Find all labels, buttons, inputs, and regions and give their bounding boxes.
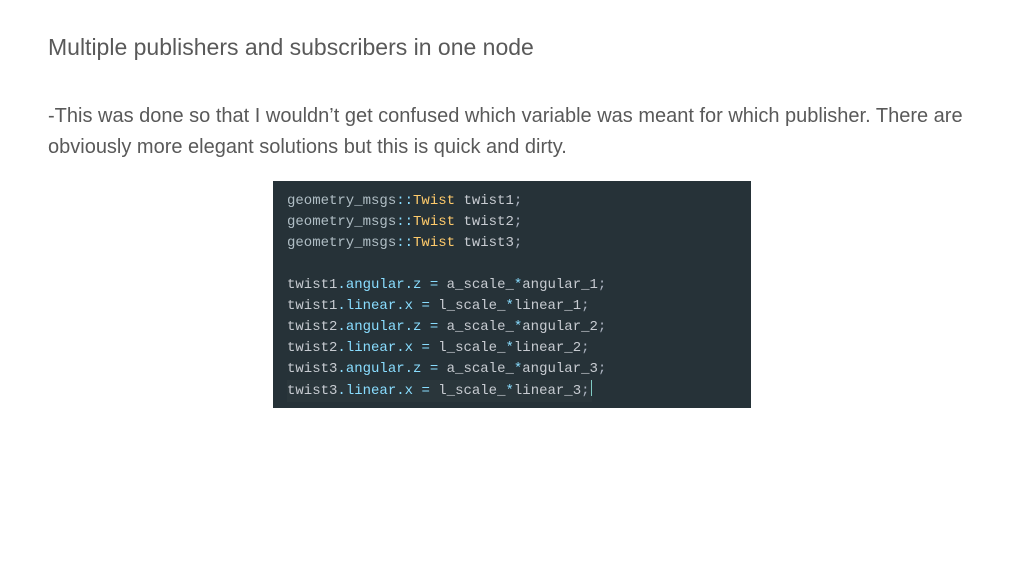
code-token-semi: ; bbox=[598, 361, 606, 377]
code-token-obj: twist1 bbox=[287, 298, 337, 314]
code-block: geometry_msgs::Twist twist1; geometry_ms… bbox=[273, 181, 751, 408]
code-token-eq: = bbox=[413, 298, 438, 314]
code-token-eq: = bbox=[421, 361, 446, 377]
code-token-class: Twist bbox=[413, 235, 455, 251]
code-token-var: twist1 bbox=[463, 193, 513, 209]
code-token-scope: :: bbox=[396, 214, 413, 230]
code-token-rhs: angular_3 bbox=[522, 361, 598, 377]
code-token-chain: .angular.z bbox=[337, 277, 421, 293]
code-token-eq: = bbox=[421, 319, 446, 335]
code-token-class: Twist bbox=[413, 193, 455, 209]
code-token-namespace: geometry_msgs bbox=[287, 193, 396, 209]
body-paragraph: -This was done so that I wouldn’t get co… bbox=[48, 101, 968, 163]
code-wrap: geometry_msgs::Twist twist1; geometry_ms… bbox=[48, 181, 976, 408]
code-token-rhs: l_scale_ bbox=[438, 383, 505, 399]
code-token-eq: = bbox=[421, 277, 446, 293]
code-token-obj: twist1 bbox=[287, 277, 337, 293]
code-token-chain: .angular.z bbox=[337, 361, 421, 377]
code-token-class: Twist bbox=[413, 214, 455, 230]
code-token-semi: ; bbox=[581, 340, 589, 356]
code-token-semi: ; bbox=[598, 319, 606, 335]
code-token-semi: ; bbox=[514, 214, 522, 230]
code-token-scope: :: bbox=[396, 193, 413, 209]
code-token-mul: * bbox=[505, 383, 513, 399]
code-token-chain: .linear.x bbox=[337, 383, 413, 399]
code-token-chain: .linear.x bbox=[337, 298, 413, 314]
code-token-rhs: l_scale_ bbox=[438, 340, 505, 356]
code-token-semi: ; bbox=[598, 277, 606, 293]
code-token-eq: = bbox=[413, 340, 438, 356]
code-token-rhs: a_scale_ bbox=[447, 277, 514, 293]
code-token-namespace: geometry_msgs bbox=[287, 235, 396, 251]
code-token-obj: twist3 bbox=[287, 361, 337, 377]
code-token-rhs: linear_2 bbox=[514, 340, 581, 356]
code-token-obj: twist2 bbox=[287, 319, 337, 335]
slide: Multiple publishers and subscribers in o… bbox=[0, 0, 1024, 408]
code-token-rhs: a_scale_ bbox=[447, 319, 514, 335]
code-token-semi: ; bbox=[581, 298, 589, 314]
code-token-rhs: linear_1 bbox=[514, 298, 581, 314]
code-token-rhs: l_scale_ bbox=[438, 298, 505, 314]
code-token-obj: twist3 bbox=[287, 383, 337, 399]
text-cursor-icon bbox=[591, 380, 592, 396]
page-title: Multiple publishers and subscribers in o… bbox=[48, 34, 976, 61]
code-token-semi: ; bbox=[581, 383, 589, 399]
code-token-obj: twist2 bbox=[287, 340, 337, 356]
code-token-rhs: angular_2 bbox=[522, 319, 598, 335]
code-token-semi: ; bbox=[514, 193, 522, 209]
code-token-namespace: geometry_msgs bbox=[287, 214, 396, 230]
code-token-var: twist3 bbox=[463, 235, 513, 251]
code-token-eq: = bbox=[413, 383, 438, 399]
code-token-chain: .linear.x bbox=[337, 340, 413, 356]
code-token-rhs: a_scale_ bbox=[447, 361, 514, 377]
code-token-var: twist2 bbox=[463, 214, 513, 230]
code-token-semi: ; bbox=[514, 235, 522, 251]
code-token-mul: * bbox=[505, 340, 513, 356]
code-token-scope: :: bbox=[396, 235, 413, 251]
code-token-rhs: angular_1 bbox=[522, 277, 598, 293]
code-token-mul: * bbox=[505, 298, 513, 314]
code-token-rhs: linear_3 bbox=[514, 383, 581, 399]
code-token-chain: .angular.z bbox=[337, 319, 421, 335]
